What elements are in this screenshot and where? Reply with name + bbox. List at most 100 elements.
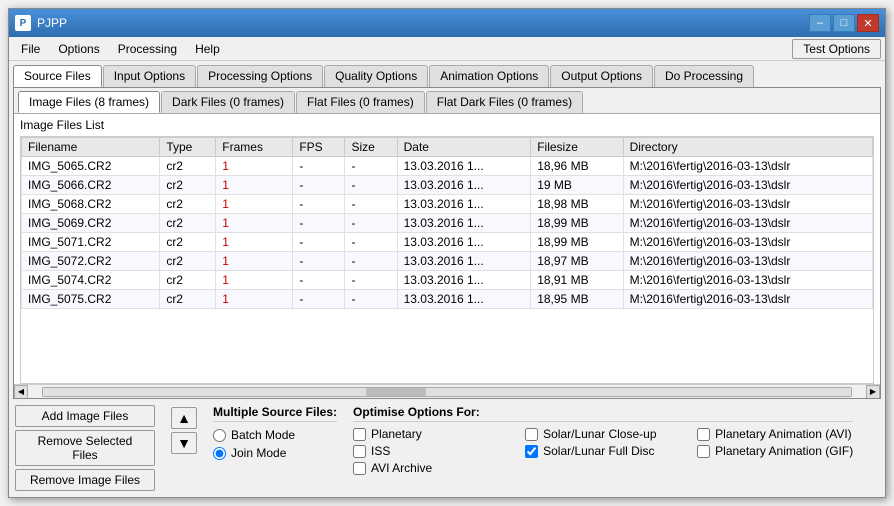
tab-quality-options[interactable]: Quality Options (324, 65, 428, 87)
tab-animation-options[interactable]: Animation Options (429, 65, 549, 87)
solar-lunar-fulldisc-checkbox[interactable] (525, 445, 538, 458)
inner-tabs: Image Files (8 frames) Dark Files (0 fra… (14, 88, 880, 114)
table-row[interactable]: IMG_5066.CR2 cr2 1 - - 13.03.2016 1... 1… (22, 176, 873, 195)
cell-fps: - (293, 290, 345, 309)
batch-mode-option[interactable]: Batch Mode (213, 428, 337, 442)
outer-tab-row: Source Files Input Options Processing Op… (13, 65, 881, 87)
iss-checkbox[interactable] (353, 445, 366, 458)
horizontal-scrollbar[interactable] (42, 387, 852, 397)
cell-filename: IMG_5075.CR2 (22, 290, 160, 309)
table-row[interactable]: IMG_5068.CR2 cr2 1 - - 13.03.2016 1... 1… (22, 195, 873, 214)
join-mode-option[interactable]: Join Mode (213, 446, 337, 460)
optimise-section: Optimise Options For: Planetary Solar/Lu… (353, 405, 853, 475)
cell-filename: IMG_5068.CR2 (22, 195, 160, 214)
join-mode-radio[interactable] (213, 447, 226, 460)
file-table-container[interactable]: Filename Type Frames FPS Size Date Files… (20, 136, 874, 384)
add-image-files-button[interactable]: Add Image Files (15, 405, 155, 427)
table-row[interactable]: IMG_5069.CR2 cr2 1 - - 13.03.2016 1... 1… (22, 214, 873, 233)
menu-file[interactable]: File (13, 40, 48, 58)
cell-type: cr2 (160, 290, 216, 309)
move-down-button[interactable]: ▼ (171, 432, 197, 454)
planetary-animation-avi-checkbox[interactable] (697, 428, 710, 441)
cell-directory: M:\2016\fertig\2016-03-13\dslr (623, 233, 872, 252)
planetary-animation-avi-option[interactable]: Planetary Animation (AVI) (697, 427, 853, 441)
col-fps: FPS (293, 138, 345, 157)
section-label: Image Files List (20, 118, 874, 132)
multiple-source-files-section: Multiple Source Files: Batch Mode Join M… (213, 405, 337, 460)
cell-type: cr2 (160, 176, 216, 195)
cell-date: 13.03.2016 1... (397, 195, 531, 214)
cell-type: cr2 (160, 195, 216, 214)
table-row[interactable]: IMG_5071.CR2 cr2 1 - - 13.03.2016 1... 1… (22, 233, 873, 252)
cell-fps: - (293, 195, 345, 214)
col-directory: Directory (623, 138, 872, 157)
window-controls: – □ ✕ (809, 14, 879, 32)
cell-filesize: 18,95 MB (531, 290, 623, 309)
cell-date: 13.03.2016 1... (397, 176, 531, 195)
tab-processing-options[interactable]: Processing Options (197, 65, 323, 87)
table-row[interactable]: IMG_5075.CR2 cr2 1 - - 13.03.2016 1... 1… (22, 290, 873, 309)
optimise-grid: Planetary Solar/Lunar Close-up Planetary… (353, 427, 853, 475)
table-row[interactable]: IMG_5074.CR2 cr2 1 - - 13.03.2016 1... 1… (22, 271, 873, 290)
test-options-button[interactable]: Test Options (792, 39, 881, 59)
image-files-section: Image Files List (14, 114, 880, 136)
menu-processing[interactable]: Processing (110, 40, 185, 58)
planetary-option[interactable]: Planetary (353, 427, 509, 441)
cell-fps: - (293, 176, 345, 195)
planetary-animation-gif-option[interactable]: Planetary Animation (GIF) (697, 444, 853, 458)
cell-frames: 1 (216, 195, 293, 214)
cell-fps: - (293, 271, 345, 290)
title-bar: P PJPP – □ ✕ (9, 9, 885, 37)
cell-directory: M:\2016\fertig\2016-03-13\dslr (623, 271, 872, 290)
move-up-button[interactable]: ▲ (171, 407, 197, 429)
inner-tab-flat-dark-files[interactable]: Flat Dark Files (0 frames) (426, 91, 583, 113)
solar-lunar-closeup-option[interactable]: Solar/Lunar Close-up (525, 427, 681, 441)
avi-archive-checkbox[interactable] (353, 462, 366, 475)
cell-filesize: 18,99 MB (531, 214, 623, 233)
planetary-animation-avi-label: Planetary Animation (AVI) (715, 427, 852, 441)
table-row[interactable]: IMG_5065.CR2 cr2 1 - - 13.03.2016 1... 1… (22, 157, 873, 176)
title-bar-left: P PJPP (15, 15, 67, 31)
minimize-button[interactable]: – (809, 14, 831, 32)
planetary-label: Planetary (371, 427, 422, 441)
inner-tab-image-files[interactable]: Image Files (8 frames) (18, 91, 160, 113)
inner-tab-dark-files[interactable]: Dark Files (0 frames) (161, 91, 295, 113)
cell-size: - (345, 290, 397, 309)
close-button[interactable]: ✕ (857, 14, 879, 32)
cell-directory: M:\2016\fertig\2016-03-13\dslr (623, 290, 872, 309)
cell-date: 13.03.2016 1... (397, 252, 531, 271)
iss-option[interactable]: ISS (353, 444, 509, 458)
inner-tab-flat-files[interactable]: Flat Files (0 frames) (296, 91, 425, 113)
window-title: PJPP (37, 16, 67, 30)
cell-filename: IMG_5066.CR2 (22, 176, 160, 195)
tab-input-options[interactable]: Input Options (103, 65, 196, 87)
cell-size: - (345, 157, 397, 176)
remove-selected-files-button[interactable]: Remove Selected Files (15, 430, 155, 466)
maximize-button[interactable]: □ (833, 14, 855, 32)
action-buttons: Add Image Files Remove Selected Files Re… (15, 405, 155, 491)
avi-archive-option[interactable]: AVI Archive (353, 461, 509, 475)
tab-source-files[interactable]: Source Files (13, 65, 102, 87)
tab-output-options[interactable]: Output Options (550, 65, 653, 87)
menu-help[interactable]: Help (187, 40, 228, 58)
col-size: Size (345, 138, 397, 157)
cell-type: cr2 (160, 214, 216, 233)
scrollbar-thumb[interactable] (366, 388, 426, 396)
cell-filename: IMG_5071.CR2 (22, 233, 160, 252)
table-row[interactable]: IMG_5072.CR2 cr2 1 - - 13.03.2016 1... 1… (22, 252, 873, 271)
scroll-left-arrow[interactable]: ◀ (14, 385, 28, 399)
cell-date: 13.03.2016 1... (397, 214, 531, 233)
file-table: Filename Type Frames FPS Size Date Files… (21, 137, 873, 309)
menu-options[interactable]: Options (50, 40, 107, 58)
planetary-animation-gif-label: Planetary Animation (GIF) (715, 444, 853, 458)
planetary-animation-gif-checkbox[interactable] (697, 445, 710, 458)
solar-lunar-fulldisc-option[interactable]: Solar/Lunar Full Disc (525, 444, 681, 458)
tab-do-processing[interactable]: Do Processing (654, 65, 754, 87)
batch-mode-radio[interactable] (213, 429, 226, 442)
remove-all-image-files-button[interactable]: Remove Image Files (15, 469, 155, 491)
solar-lunar-closeup-checkbox[interactable] (525, 428, 538, 441)
planetary-checkbox[interactable] (353, 428, 366, 441)
cell-filesize: 18,91 MB (531, 271, 623, 290)
scroll-right-arrow[interactable]: ▶ (866, 385, 880, 399)
cell-type: cr2 (160, 252, 216, 271)
